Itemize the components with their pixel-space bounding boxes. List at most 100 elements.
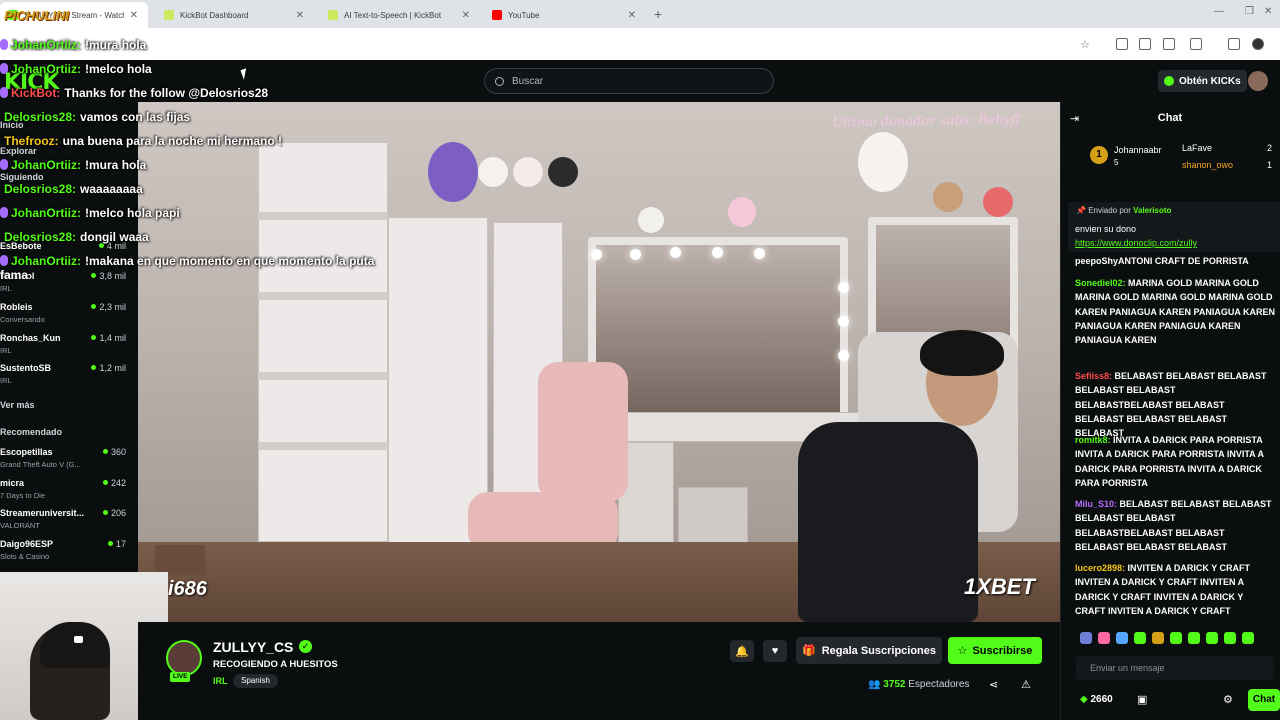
sidebar-section-recommended: Recomendado <box>0 427 63 437</box>
notification-bell-button[interactable]: 🔔 <box>730 640 754 662</box>
puzzle-icon[interactable] <box>1190 38 1202 50</box>
crown-icon: 1 <box>1090 146 1108 164</box>
message-user[interactable]: lucero2898: <box>1075 563 1125 573</box>
close-tab-icon[interactable]: ✕ <box>462 10 470 21</box>
emote-icon[interactable] <box>1188 632 1200 644</box>
last-donor-overlay: Último donador subs: Bebyff <box>831 112 1021 131</box>
overlay-chat-line: JohanOrtiiz: !makana en que momento en qu… <box>0 254 380 282</box>
channel-name: Streameruniversit... <box>0 508 85 518</box>
gift-leaderboard: 1 Johannaabr 5 LaFave 2 shanon_owo 1 <box>1090 142 1272 178</box>
message-user[interactable]: Milu_S10: <box>1075 499 1117 509</box>
emote-icon[interactable] <box>1242 632 1254 644</box>
kicks-balance[interactable]: ◆ 2660 <box>1080 694 1113 705</box>
emote-icon[interactable] <box>1170 632 1182 644</box>
search-input[interactable]: Buscar <box>484 68 774 94</box>
subscribe-label: Suscribirse <box>972 644 1033 657</box>
report-icon[interactable]: ⚠ <box>1021 678 1031 691</box>
emote-icon[interactable] <box>1152 632 1164 644</box>
chat-message: peepoShyANTONI CRAFT DE PORRISTA <box>1075 254 1275 268</box>
kicks-balance-value: 2660 <box>1090 694 1113 705</box>
mic-icon <box>0 207 8 218</box>
emote-icon[interactable] <box>1224 632 1236 644</box>
chat-title: Chat <box>1157 112 1183 124</box>
share-icon[interactable]: ⋖ <box>989 678 998 691</box>
sidebar-channel[interactable]: Streameruniversit... VALORANT 206 <box>0 508 132 536</box>
plush-toy <box>638 207 664 233</box>
sponsor-name: 1XBET <box>964 574 1035 599</box>
vanity-bulb <box>670 247 681 258</box>
overlay-text: !mura hola <box>85 38 147 52</box>
live-dot-icon <box>91 304 97 309</box>
leader-name: Johannaabr <box>1114 145 1162 155</box>
cast-icon[interactable] <box>1139 38 1151 50</box>
channel-name: micra <box>0 478 25 488</box>
emote-icon[interactable] <box>1080 632 1092 644</box>
pinned-by-user[interactable]: Valerisoto <box>1133 206 1171 215</box>
emote-icon[interactable] <box>1134 632 1146 644</box>
tab-youtube[interactable]: YouTube ✕ <box>484 2 646 28</box>
get-kicks-label: Obtén KICKs <box>1179 75 1241 87</box>
stream-language-tag[interactable]: Spanish <box>233 674 278 688</box>
message-text: BELABAST BELABAST BELABAST BELABAST BELA… <box>1075 371 1267 439</box>
sidebar-channel[interactable]: SustentoSB IRL 1,2 mil <box>0 363 132 391</box>
channel-name[interactable]: ZULLYY_CS <box>213 639 293 655</box>
close-tab-icon[interactable]: ✕ <box>130 10 138 21</box>
sidebar-channel[interactable]: Escopetillas Grand Theft Auto V (G... 36… <box>0 447 132 475</box>
maximize-icon[interactable]: ❐ <box>1245 6 1254 17</box>
menu-icon[interactable] <box>1228 38 1240 50</box>
message-text: MARINA GOLD MARINA GOLD MARINA GOLD MARI… <box>1075 278 1276 346</box>
overlay-user: JohanOrtiiz: <box>11 38 82 52</box>
video-player[interactable]: Último donador subs: Bebyff 1XBET <box>138 102 1060 622</box>
chat-message-input[interactable]: Enviar un mensaje <box>1076 656 1274 680</box>
close-tab-icon[interactable]: ✕ <box>296 10 304 21</box>
overlay-user: Delosrios28: <box>4 110 77 124</box>
channel-avatar[interactable] <box>166 640 202 676</box>
mic-icon <box>0 159 8 170</box>
sidebar-channel[interactable]: Daigo96ESP Slots & Casino 17 <box>0 539 132 567</box>
emote-icon[interactable] <box>1116 632 1128 644</box>
message-user[interactable]: romitk8: <box>1075 435 1111 445</box>
viewer-count: 206 <box>102 508 126 518</box>
user-avatar[interactable] <box>1248 71 1268 91</box>
sidebar-channel[interactable]: Ronchas_Kun IRL 1,4 mil <box>0 333 132 361</box>
follow-heart-button[interactable]: ♥ <box>763 640 787 662</box>
sidebar-channel[interactable]: micra 7 Days to Die 242 <box>0 478 132 506</box>
get-kicks-button[interactable]: Obtén KICKs <box>1158 70 1247 92</box>
overlay-chat-line: KickBot: Thanks for the follow @Delosrios… <box>0 86 268 100</box>
overlay-text: Thanks for the follow @Delosrios28 <box>64 86 269 100</box>
viewer-count: 242 <box>102 478 126 488</box>
pinned-link[interactable]: https://www.donoclip.com/zully <box>1075 238 1197 248</box>
search-icon <box>495 76 504 86</box>
viewer-count-value: 1,4 mil <box>99 333 126 343</box>
emote-icon[interactable] <box>1206 632 1218 644</box>
send-chat-button[interactable]: Chat <box>1248 689 1280 711</box>
profile-icon[interactable] <box>1252 38 1264 50</box>
stream-category[interactable]: IRL <box>213 676 228 686</box>
chat-message: Sonediel02: MARINA GOLD MARINA GOLD MARI… <box>1075 276 1275 347</box>
store-icon[interactable]: ▣ <box>1137 693 1147 706</box>
tab-ai-tts[interactable]: AI Text-to-Speech | KickBot ✕ <box>320 2 480 28</box>
live-dot-icon <box>91 365 97 370</box>
gift-subscriptions-button[interactable]: 🎁 Regala Suscripciones <box>796 637 942 664</box>
user-icon: 👥 <box>868 679 881 690</box>
new-tab-button[interactable]: + <box>654 6 662 22</box>
minimize-icon[interactable]: — <box>1214 6 1224 17</box>
gear-icon[interactable]: ⚙ <box>1223 693 1233 706</box>
extension-icon[interactable] <box>1116 38 1128 50</box>
close-window-icon[interactable]: ✕ <box>1264 6 1272 17</box>
bookmark-star-icon[interactable]: ☆ <box>1080 38 1092 51</box>
mic-icon <box>0 87 8 98</box>
tab-kickbot-dashboard[interactable]: KickBot Dashboard ✕ <box>156 2 314 28</box>
message-user[interactable]: Sefiiss8: <box>1075 371 1112 381</box>
see-more-link[interactable]: Ver más <box>0 400 35 410</box>
screenshot-icon[interactable] <box>1163 38 1175 50</box>
overlay-user: Delosrios28: <box>4 230 77 244</box>
vanity-bulb <box>754 248 765 259</box>
youtube-favicon-icon <box>492 10 502 20</box>
message-user[interactable]: Sonediel02: <box>1075 278 1126 288</box>
emote-icon[interactable] <box>1098 632 1110 644</box>
close-tab-icon[interactable]: ✕ <box>628 10 636 21</box>
viewer-count: 1,4 mil <box>91 333 126 343</box>
sidebar-channel[interactable]: Robleis Conversando 2,3 mil <box>0 302 132 330</box>
subscribe-button[interactable]: ☆ Suscribirse <box>948 637 1042 664</box>
